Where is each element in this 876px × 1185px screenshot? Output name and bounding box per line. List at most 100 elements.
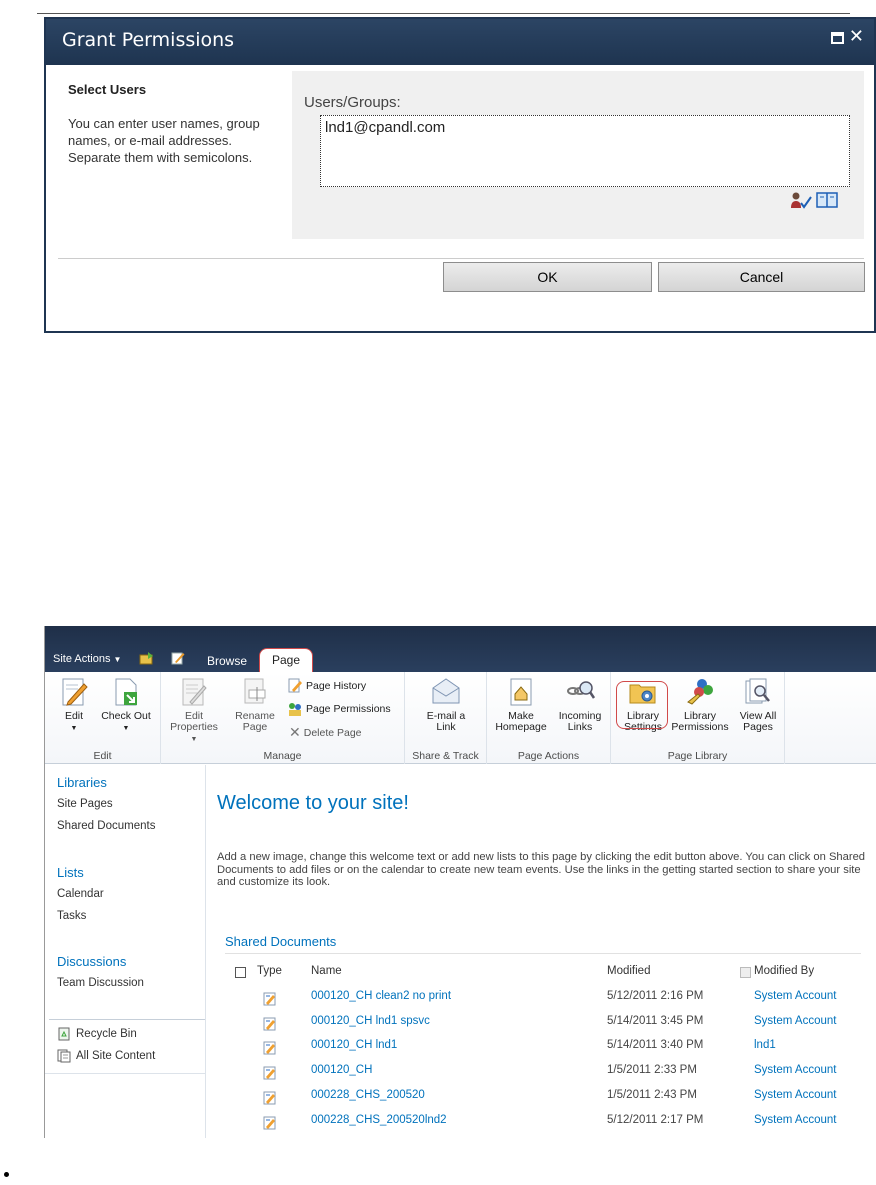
bullet	[4, 1172, 9, 1177]
navigate-up-icon[interactable]	[139, 651, 155, 665]
document-name-link[interactable]: 000228_CHS_200520	[311, 1089, 425, 1101]
nav-discussions[interactable]: Discussions	[57, 954, 126, 969]
document-name-link[interactable]: 000228_CHS_200520lnd2	[311, 1114, 447, 1126]
check-names-icon[interactable]	[790, 191, 812, 209]
column-modified[interactable]: Modified	[607, 965, 650, 977]
check-out-label: Check Out	[101, 710, 151, 722]
document-modified-by-link[interactable]: System Account	[754, 1114, 836, 1126]
document-modified-by-link[interactable]: System Account	[754, 1015, 836, 1027]
page-history-button[interactable]: Page History	[287, 678, 366, 694]
nav-calendar[interactable]: Calendar	[57, 888, 104, 900]
cancel-button[interactable]: Cancel	[658, 262, 865, 292]
nav-all-site-content[interactable]: All Site Content	[57, 1049, 155, 1063]
table-row[interactable]: 000228_CHS_200520lnd2 5/12/2011 2:17 PM Sy…	[217, 1114, 876, 1134]
chevron-down-icon: ▼	[190, 736, 198, 743]
delete-page-button[interactable]: ✕ Delete Page	[289, 724, 362, 741]
table-row[interactable]: 000120_CH lnd1 5/14/2011 3:40 PM lnd1	[217, 1039, 876, 1059]
home-icon	[510, 678, 532, 706]
nav-site-pages[interactable]: Site Pages	[57, 798, 113, 810]
shared-documents-title[interactable]: Shared Documents	[225, 934, 336, 949]
ribbon-group-page-actions: Make Homepage Incoming Links Page Actions	[487, 672, 611, 764]
view-all-pages-label-2: Pages	[743, 721, 773, 733]
sharepoint-page: Site Actions ▼ Browse Page Edit ▼ Check …	[44, 626, 876, 1138]
top-rule	[37, 13, 850, 14]
nav-separator	[49, 1019, 205, 1020]
nav-tasks[interactable]: Tasks	[57, 910, 86, 922]
nav-lists[interactable]: Lists	[57, 865, 84, 880]
column-name[interactable]: Name	[311, 965, 342, 977]
document-modified-by-link[interactable]: System Account	[754, 1089, 836, 1101]
document-modified-by-link[interactable]: System Account	[754, 1064, 836, 1076]
page-permissions-button[interactable]: Page Permissions	[287, 701, 391, 717]
page-history-label: Page History	[306, 680, 367, 692]
column-modified-by[interactable]: Modified By	[754, 965, 814, 977]
ok-button[interactable]: OK	[443, 262, 652, 292]
library-settings-highlight	[616, 681, 668, 729]
rename-page-button[interactable]: Rename Page	[233, 676, 277, 733]
email-label-2: Link	[436, 721, 456, 733]
document-name-link[interactable]: 000120_CH	[311, 1064, 372, 1076]
document-icon	[263, 1041, 276, 1055]
edit-page-icon[interactable]	[171, 651, 185, 665]
nav-libraries[interactable]: Libraries	[57, 775, 107, 790]
incoming-links-button[interactable]: Incoming Links	[553, 676, 607, 733]
intro-text: Add a new image, change this welcome tex…	[217, 851, 866, 888]
document-modified: 5/14/2011 3:40 PM	[607, 1039, 704, 1052]
close-icon[interactable]: ✕	[849, 26, 864, 47]
site-actions-menu[interactable]: Site Actions ▼	[53, 653, 121, 665]
maximize-icon[interactable]	[831, 32, 844, 44]
document-name-link[interactable]: 000120_CH lnd1 spsvc	[311, 1015, 430, 1027]
section-title: Select Users	[68, 82, 147, 97]
delete-page-label: Delete Page	[303, 726, 362, 739]
tab-browse[interactable]: Browse	[207, 654, 247, 668]
nav-recycle-bin[interactable]: Recycle Bin	[57, 1027, 137, 1041]
address-book-icon[interactable]	[816, 192, 838, 208]
document-name-link[interactable]: 000120_CH clean2 no print	[311, 990, 451, 1002]
group-label-page-library: Page Library	[667, 750, 728, 762]
document-modified: 1/5/2011 2:33 PM	[607, 1064, 697, 1077]
table-row[interactable]: 000228_CHS_200520 1/5/2011 2:43 PM System …	[217, 1089, 876, 1109]
help-text: You can enter user names, group names, o…	[68, 116, 260, 165]
dialog-title: Grant Permissions	[62, 29, 235, 51]
edit-button[interactable]: Edit ▼	[53, 676, 95, 734]
document-modified: 5/12/2011 2:17 PM	[607, 1113, 704, 1126]
edit-icon	[62, 678, 88, 706]
library-permissions-button[interactable]: Library Permissions	[669, 676, 731, 733]
document-modified-by-link[interactable]: lnd1	[754, 1039, 776, 1051]
page-history-icon	[288, 678, 302, 693]
document-name-link[interactable]: 000120_CH lnd1	[311, 1039, 397, 1051]
dialog-title-bar: Grant Permissions ✕	[46, 19, 874, 65]
tab-page[interactable]: Page	[259, 648, 313, 672]
top-bar: Site Actions ▼ Browse Page	[45, 626, 876, 672]
document-modified: 5/12/2011 2:16 PM	[607, 990, 704, 1002]
ribbon-group-edit: Edit ▼ Check Out ▼ Edit	[45, 672, 161, 764]
column-type[interactable]: Type	[257, 965, 282, 977]
table-row[interactable]: 000120_CH clean2 no print 5/12/2011 2:16 …	[217, 990, 876, 1010]
document-icon	[263, 1017, 276, 1031]
modified-by-checkbox	[740, 967, 751, 978]
page-title: Welcome to your site!	[217, 792, 409, 814]
dialog-separator	[58, 258, 864, 259]
check-out-button[interactable]: Check Out ▼	[97, 676, 155, 734]
table-row[interactable]: 000120_CH 1/5/2011 2:33 PM System Account	[217, 1064, 876, 1084]
select-all-checkbox[interactable]	[235, 967, 246, 978]
ribbon-group-manage: Edit Properties ▼ Rename Page Page History	[161, 672, 405, 764]
make-homepage-button[interactable]: Make Homepage	[493, 676, 549, 733]
edit-properties-button[interactable]: Edit Properties ▼	[169, 676, 219, 745]
delete-icon: ✕	[289, 724, 301, 740]
dialog-description-panel: Select Users You can enter user names, g…	[58, 71, 292, 239]
email-link-button[interactable]: E-mail a Link	[419, 676, 473, 733]
document-modified-by-link[interactable]: System Account	[754, 990, 836, 1002]
document-modified: 1/5/2011 2:43 PM	[607, 1088, 697, 1101]
table-row[interactable]: 000120_CH lnd1 spsvc 5/14/2011 3:45 PM Sys…	[217, 1015, 876, 1035]
users-groups-field[interactable]: lnd1@cpandl.com	[320, 115, 850, 187]
page-permissions-label: Page Permissions	[306, 703, 391, 715]
nav-team-discussion[interactable]: Team Discussion	[57, 977, 144, 989]
edit-properties-label-2: Properties	[170, 721, 218, 733]
all-site-content-icon	[57, 1049, 71, 1063]
grant-permissions-dialog: Grant Permissions ✕ Select Users You can…	[44, 17, 876, 333]
view-all-pages-button[interactable]: View All Pages	[735, 676, 781, 733]
nav-shared-documents[interactable]: Shared Documents	[57, 820, 155, 832]
document-icon	[263, 1066, 276, 1080]
ribbon: Edit ▼ Check Out ▼ Edit Edit Properties …	[45, 672, 876, 764]
